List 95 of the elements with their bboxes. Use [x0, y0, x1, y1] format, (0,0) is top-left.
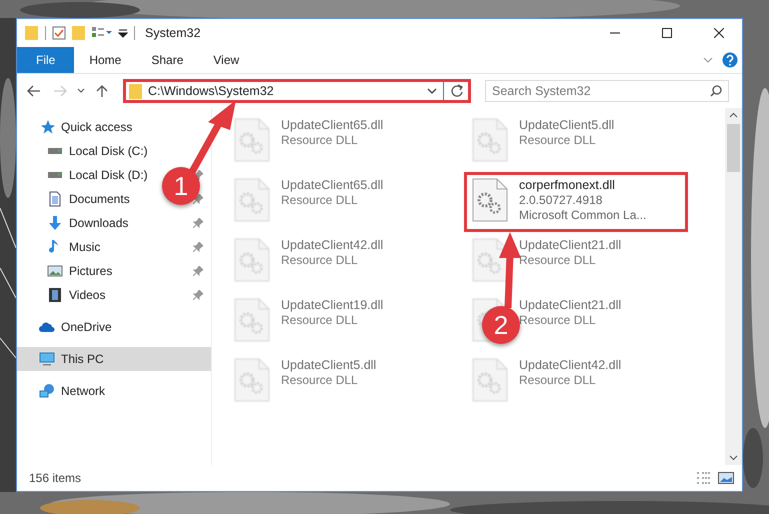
- properties-icon[interactable]: [92, 26, 112, 40]
- up-arrow-icon: [96, 84, 108, 98]
- download-arrow-icon: [47, 215, 63, 231]
- refresh-icon[interactable]: [450, 84, 464, 98]
- maximize-icon: [662, 28, 672, 38]
- sidebar-item[interactable]: Videos: [47, 283, 106, 307]
- pin-icon: [193, 218, 203, 228]
- file-gear-icon: [471, 118, 509, 162]
- file-name: UpdateClient21.dll: [519, 238, 622, 252]
- file-name: UpdateClient5.dll: [519, 118, 614, 132]
- file-item[interactable]: UpdateClient5.dll Resource DLL: [281, 358, 376, 387]
- checkmark-icon[interactable]: [52, 26, 66, 40]
- image-icon: [47, 263, 63, 279]
- details-view-icon[interactable]: [696, 471, 712, 485]
- file-gear-icon: [471, 358, 509, 402]
- scroll-thumb[interactable]: [727, 124, 740, 172]
- pin-icon: [193, 242, 203, 252]
- file-gear-icon: [471, 178, 509, 222]
- network-icon: [39, 383, 55, 399]
- back-arrow-icon: [27, 85, 41, 97]
- file-detail: Resource DLL: [519, 253, 597, 267]
- file-gear-icon: [233, 238, 271, 282]
- sidebar-item[interactable]: Local Disk (C:): [47, 139, 148, 163]
- file-item[interactable]: UpdateClient42.dll Resource DLL: [281, 238, 384, 267]
- file-gear-icon: [233, 178, 271, 222]
- file-detail: Microsoft Common La...: [519, 208, 646, 222]
- forward-arrow-icon: [53, 85, 67, 97]
- file-name: UpdateClient42.dll: [519, 358, 622, 372]
- sidebar-item[interactable]: Network: [39, 379, 106, 403]
- pin-icon: [193, 266, 203, 276]
- file-item[interactable]: UpdateClient65.dll Resource DLL: [281, 178, 384, 207]
- caret-icon[interactable]: [118, 27, 128, 39]
- file-item[interactable]: UpdateClient21.dll Resource DLL: [519, 238, 622, 267]
- file-detail: Resource DLL: [281, 253, 359, 267]
- folder-icon: [25, 25, 39, 41]
- monitor-icon: [39, 351, 55, 367]
- sidebar-item[interactable]: Quick access: [39, 115, 132, 139]
- file-detail: Resource DLL: [281, 133, 359, 147]
- file-item[interactable]: UpdateClient5.dll Resource DLL: [519, 118, 614, 147]
- document-icon: [47, 191, 63, 207]
- file-detail: Resource DLL: [519, 133, 597, 147]
- pin-icon: [193, 194, 203, 204]
- file-detail: Resource DLL: [519, 313, 597, 327]
- file-detail: 2.0.50727.4918: [519, 193, 604, 207]
- file-item[interactable]: UpdateClient42.dll Resource DLL: [519, 358, 622, 387]
- star-icon: [39, 119, 55, 135]
- file-item[interactable]: corperfmonext.dll 2.0.50727.4918 Microsoft Common La...: [519, 178, 646, 222]
- ribbon-tab[interactable]: Home: [74, 47, 136, 73]
- search-icon[interactable]: [710, 85, 722, 97]
- file-name: UpdateClient21.dll: [519, 298, 622, 312]
- ribbon-tab[interactable]: View: [198, 47, 254, 73]
- cloud-icon: [39, 322, 55, 332]
- scroll-down-icon[interactable]: [729, 455, 738, 461]
- minimize-icon: [610, 32, 620, 34]
- sidebar-item[interactable]: Local Disk (D:): [47, 163, 148, 187]
- ribbon-tab[interactable]: Share: [136, 47, 198, 73]
- file-tab[interactable]: File: [17, 47, 74, 73]
- file-item[interactable]: UpdateClient19.dll Resource DLL: [281, 298, 384, 327]
- file-detail: Resource DLL: [281, 373, 359, 387]
- sidebar-item[interactable]: Documents: [47, 187, 130, 211]
- file-gear-icon: [471, 238, 509, 282]
- file-name: UpdateClient65.dll: [281, 118, 384, 132]
- folder-icon: [129, 84, 142, 98]
- drive-icon: [47, 172, 63, 178]
- file-name: UpdateClient42.dll: [281, 238, 384, 252]
- pin-icon: [193, 290, 203, 300]
- file-name: UpdateClient19.dll: [281, 298, 384, 312]
- film-icon: [47, 287, 63, 303]
- window-title: System32: [145, 26, 201, 40]
- dropdown-caret-icon[interactable]: [427, 87, 437, 95]
- sidebar-item[interactable]: OneDrive: [39, 315, 112, 339]
- address-field[interactable]: C:\Windows\System32: [123, 79, 471, 103]
- file-gear-icon: [233, 298, 271, 342]
- file-item[interactable]: UpdateClient65.dll Resource DLL: [281, 118, 384, 147]
- sidebar-item[interactable]: Downloads: [47, 211, 128, 235]
- file-gear-icon: [233, 358, 271, 402]
- file-detail: Resource DLL: [519, 373, 597, 387]
- large-icons-view-icon[interactable]: [718, 471, 734, 485]
- file-detail: Resource DLL: [281, 193, 359, 207]
- file-name: corperfmonext.dll: [519, 178, 616, 192]
- close-icon: [714, 28, 724, 38]
- caret-icon: [77, 88, 85, 94]
- sidebar-item[interactable]: Pictures: [47, 259, 112, 283]
- file-name: UpdateClient5.dll: [281, 358, 376, 372]
- sidebar-item[interactable]: Music: [47, 235, 100, 259]
- search-field[interactable]: Search System32: [485, 80, 729, 102]
- file-gear-icon: [233, 118, 271, 162]
- file-detail: Resource DLL: [281, 313, 359, 327]
- scrollbar[interactable]: [725, 108, 742, 465]
- sidebar-item[interactable]: This PC: [17, 347, 211, 371]
- drive-icon: [47, 148, 63, 154]
- scroll-up-icon[interactable]: [729, 112, 738, 118]
- file-item[interactable]: UpdateClient21.dll Resource DLL: [519, 298, 622, 327]
- file-name: UpdateClient65.dll: [281, 178, 384, 192]
- item-count: 156 items: [29, 471, 82, 485]
